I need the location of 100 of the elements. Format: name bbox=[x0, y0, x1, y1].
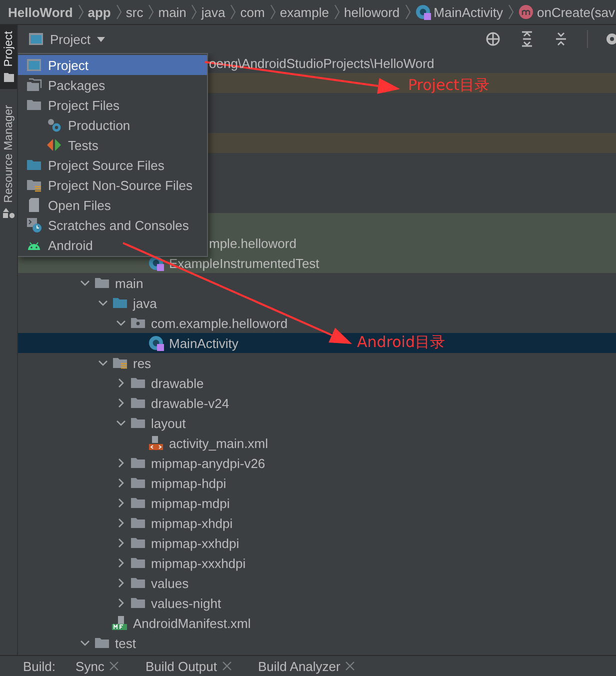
menu-item[interactable]: Tests bbox=[18, 135, 207, 155]
folder-icon bbox=[130, 575, 146, 591]
folder-icon bbox=[130, 415, 146, 431]
annotation-label: Project目录 bbox=[408, 76, 490, 95]
close-icon bbox=[109, 661, 120, 671]
tree-item-label: mple.helloword bbox=[209, 236, 296, 250]
folders-icon bbox=[26, 77, 42, 93]
tree-item-label: mipmap-mdpi bbox=[151, 496, 230, 510]
collapse-all-icon[interactable] bbox=[553, 31, 569, 47]
tree-item-label: drawable bbox=[151, 376, 204, 390]
side-tab[interactable]: Project bbox=[0, 25, 17, 89]
tree-item-label: mipmap-hdpi bbox=[151, 476, 226, 490]
file-icon bbox=[26, 197, 42, 213]
folder-icon bbox=[130, 535, 146, 551]
tree-item-label: values bbox=[151, 576, 189, 590]
menu-item[interactable]: Production bbox=[18, 115, 207, 135]
tree-row[interactable]: values-night bbox=[18, 593, 616, 613]
tree-item-label: AndroidManifest.xml bbox=[133, 616, 251, 630]
build-tab[interactable]: Build Analyzer bbox=[258, 658, 340, 674]
tree-row[interactable]: com.example.helloword bbox=[18, 313, 616, 333]
diamond-icon bbox=[46, 137, 62, 153]
breadcrumb-item[interactable]: main bbox=[158, 4, 186, 20]
breadcrumb-item[interactable]: MainActivity bbox=[434, 4, 503, 20]
expand-all-icon[interactable] bbox=[519, 31, 535, 47]
xml-file-icon bbox=[148, 435, 164, 451]
tree-row[interactable]: test bbox=[18, 633, 616, 653]
menu-item[interactable]: Project Files bbox=[18, 95, 207, 115]
chevron-right-icon bbox=[147, 2, 156, 22]
resource-folder-icon bbox=[112, 355, 128, 371]
folder-icon bbox=[130, 555, 146, 571]
tree-row[interactable]: mipmap-xhdpi bbox=[18, 513, 616, 533]
chevron-right-icon bbox=[190, 2, 198, 22]
breadcrumb-item[interactable]: com bbox=[240, 4, 265, 20]
breadcrumb-item[interactable]: helloword bbox=[344, 4, 400, 20]
folder-icon bbox=[130, 475, 146, 491]
tree-item-label: drawable-v24 bbox=[151, 396, 230, 410]
folder-icon bbox=[130, 455, 146, 471]
chevron-right-icon bbox=[268, 2, 277, 22]
class-icon bbox=[148, 255, 164, 271]
breadcrumb-item[interactable]: HelloWord bbox=[8, 4, 73, 20]
menu-item[interactable]: Android bbox=[18, 235, 207, 255]
chevron-right-icon bbox=[332, 2, 341, 22]
menu-item[interactable]: Scratches and Consoles bbox=[18, 215, 207, 235]
menu-item[interactable]: Project Non-Source Files bbox=[18, 175, 207, 195]
locate-icon[interactable] bbox=[485, 31, 501, 47]
tree-item-label: mipmap-xxxhdpi bbox=[151, 556, 246, 570]
tree-row[interactable]: main bbox=[18, 273, 616, 293]
tree-row[interactable]: drawable-v24 bbox=[18, 393, 616, 413]
folder-list-icon bbox=[26, 177, 42, 193]
shapes-icon bbox=[2, 206, 14, 219]
tree-item-label: test bbox=[115, 636, 136, 650]
folder-icon bbox=[130, 595, 146, 611]
package-icon bbox=[130, 315, 146, 331]
breadcrumb-item[interactable]: onCreate(sav bbox=[537, 4, 616, 20]
breadcrumb-item[interactable]: src bbox=[126, 4, 144, 20]
view-dropdown[interactable]: Project bbox=[26, 29, 108, 49]
folder-icon bbox=[94, 275, 110, 291]
tree-item-label: mipmap-xhdpi bbox=[151, 516, 233, 530]
tree-row[interactable]: mipmap-anydpi-v26 bbox=[18, 453, 616, 473]
chevron-right-icon bbox=[114, 2, 123, 22]
breadcrumb-item[interactable]: app bbox=[88, 4, 111, 20]
tree-row[interactable]: layout bbox=[18, 413, 616, 433]
build-tab[interactable]: Build Output bbox=[145, 658, 217, 674]
side-tab[interactable]: Resource Manager bbox=[0, 98, 17, 225]
tree-item-label: layout bbox=[151, 416, 186, 430]
source-folder-icon bbox=[112, 295, 128, 311]
tree-row[interactable]: res bbox=[18, 353, 616, 373]
method-icon bbox=[518, 4, 534, 20]
breadcrumb-item[interactable]: java bbox=[201, 4, 226, 20]
tree-row[interactable]: mipmap-mdpi bbox=[18, 493, 616, 513]
build-tab[interactable]: Sync bbox=[76, 658, 104, 674]
chevron-right-icon bbox=[507, 2, 515, 22]
folder-icon bbox=[130, 395, 146, 411]
menu-item[interactable]: Open Files bbox=[18, 195, 207, 215]
tree-row[interactable]: mipmap-hdpi bbox=[18, 473, 616, 493]
chevron-right-icon bbox=[229, 2, 238, 22]
tree-row[interactable]: mipmap-xxhdpi bbox=[18, 533, 616, 553]
tree-row[interactable]: ExampleInstrumentedTest bbox=[18, 253, 616, 273]
tree-item-label: mipmap-xxhdpi bbox=[151, 536, 240, 550]
tree-item-label: oeng\AndroidStudioProjects\HelloWord bbox=[209, 56, 434, 70]
tree-row[interactable]: drawable bbox=[18, 373, 616, 393]
tree-row[interactable]: AndroidManifest.xml bbox=[18, 613, 616, 633]
tree-row[interactable]: java bbox=[18, 293, 616, 313]
window-icon bbox=[26, 57, 42, 73]
menu-item[interactable]: Packages bbox=[18, 75, 207, 95]
tree-item-label: res bbox=[133, 356, 152, 370]
console-clock-icon bbox=[26, 217, 42, 233]
close-icon bbox=[345, 661, 356, 671]
menu-item[interactable]: Project bbox=[18, 55, 207, 75]
tree-item-label: ExampleInstrumentedTest bbox=[169, 256, 320, 270]
tree-row[interactable]: mipmap-xxxhdpi bbox=[18, 553, 616, 573]
menu-item[interactable]: Project Source Files bbox=[18, 155, 207, 175]
tree-item-label: com.example.helloword bbox=[151, 316, 288, 330]
tree-item-label: main bbox=[115, 276, 144, 290]
breadcrumb-item[interactable]: example bbox=[280, 4, 329, 20]
tree-item-label: MainActivity bbox=[169, 336, 238, 350]
tree-row[interactable]: activity_main.xml bbox=[18, 433, 616, 453]
build-label: Build: bbox=[23, 658, 56, 674]
tree-row[interactable]: values bbox=[18, 573, 616, 593]
folder-icon bbox=[2, 70, 14, 83]
